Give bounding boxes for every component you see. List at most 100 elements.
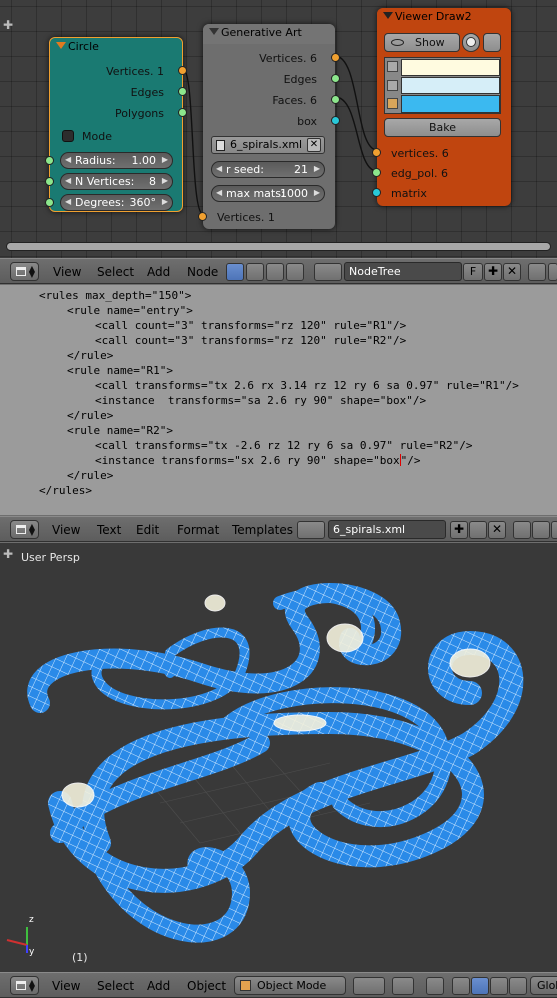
shader-nodes-icon[interactable] — [226, 263, 244, 281]
add-icon[interactable]: ✚ — [484, 263, 502, 281]
menu-format[interactable]: Format — [177, 523, 219, 537]
output-polygons-socket[interactable] — [178, 108, 187, 117]
close-icon[interactable]: ✕ — [488, 521, 506, 539]
viewer-node-header[interactable]: Viewer Draw2 — [377, 8, 511, 28]
menu-node[interactable]: Node — [187, 265, 218, 279]
output-edges-socket[interactable] — [178, 87, 187, 96]
max-mats-field[interactable]: ◀ max mats: 1000 ▶ — [211, 185, 325, 202]
code-line[interactable]: <call transforms="tx -2.6 rz 12 ry 6 sa … — [95, 439, 473, 452]
code-line[interactable]: </rule> — [67, 469, 113, 482]
circle-node[interactable]: Circle Vertices. 1 Edges Polygons Mode ◀… — [45, 37, 187, 212]
collapse-icon[interactable] — [56, 42, 66, 49]
text-browse-icon[interactable] — [297, 521, 325, 539]
code-line[interactable]: <rule name="entry"> — [67, 304, 193, 317]
input-edgpol-socket[interactable] — [372, 168, 381, 177]
face-color-swatch[interactable] — [401, 95, 500, 113]
code-line[interactable]: <rule name="R1"> — [67, 364, 173, 377]
editor-type-menu[interactable]: ▲ ▼ — [10, 976, 39, 995]
viewport-shading-icon[interactable] — [353, 977, 385, 995]
decrement-icon[interactable]: ◀ — [65, 197, 71, 206]
line-numbers-icon[interactable] — [513, 521, 531, 539]
node-editor-canvas[interactable]: ✚ Circle Vertices. 1 Edges Polygons Mode… — [0, 0, 557, 258]
edge-color-swatch[interactable] — [401, 77, 500, 94]
more-icon[interactable] — [548, 263, 557, 281]
vertex-color-swatch[interactable] — [401, 59, 500, 76]
input-nverts-socket[interactable] — [45, 177, 54, 186]
translate-icon[interactable] — [452, 977, 470, 995]
collapse-icon[interactable] — [209, 28, 219, 35]
code-line[interactable]: <call count="3" transforms="rz 120" rule… — [95, 319, 406, 332]
close-icon[interactable]: ✕ — [503, 263, 521, 281]
mode-select[interactable]: Object Mode — [234, 976, 346, 995]
scale-icon[interactable] — [490, 977, 508, 995]
decrement-icon[interactable]: ◀ — [216, 188, 222, 197]
genart-node-header[interactable]: Generative Art — [203, 24, 335, 44]
r-seed-field[interactable]: ◀ r seed: 21 ▶ — [211, 161, 325, 178]
menu-add[interactable]: Add — [147, 265, 170, 279]
output-edges-socket[interactable] — [331, 74, 340, 83]
menu-text[interactable]: Text — [97, 523, 121, 537]
menu-add[interactable]: Add — [147, 979, 170, 993]
file-selector[interactable]: 6_spirals.xml ✕ — [211, 136, 325, 154]
3d-viewport[interactable]: ✚ z y User Persp (1) — [0, 543, 557, 973]
menu-templates[interactable]: Templates — [232, 523, 293, 537]
menu-select[interactable]: Select — [97, 979, 134, 993]
output-box-socket[interactable] — [331, 116, 340, 125]
mode-checkbox[interactable] — [62, 130, 74, 142]
code-line[interactable]: <rules max_depth="150"> — [39, 289, 191, 302]
code-line[interactable]: </rules> — [39, 484, 92, 497]
sverchok-nodes-icon[interactable] — [286, 263, 304, 281]
viewer-draw-node[interactable]: Viewer Draw2 Show Bake vertices. 6 edg_p… — [372, 8, 511, 206]
code-line[interactable]: <call transforms="tx 2.6 rx 3.14 rz 12 r… — [95, 379, 519, 392]
code-line[interactable]: <rule name="R2"> — [67, 424, 173, 437]
increment-icon[interactable]: ▶ — [162, 155, 168, 164]
output-vertices-socket[interactable] — [331, 53, 340, 62]
collapse-icon[interactable] — [383, 12, 393, 19]
menu-view[interactable]: View — [52, 979, 80, 993]
open-folder-icon[interactable] — [469, 521, 487, 539]
decrement-icon[interactable]: ◀ — [65, 155, 71, 164]
code-line[interactable]: <instance transforms="sx 2.6 ry 90" shap… — [95, 454, 421, 467]
manipulator-icon[interactable] — [426, 977, 444, 995]
pivot-point-icon[interactable] — [392, 977, 414, 995]
text-editor-area[interactable]: <rules max_depth="150"> <rule name="entry… — [0, 285, 557, 515]
pin-icon[interactable] — [528, 263, 546, 281]
menu-view[interactable]: View — [53, 265, 81, 279]
input-radius-socket[interactable] — [45, 156, 54, 165]
degrees-field[interactable]: ◀ Degrees: 360° ▶ — [60, 194, 173, 211]
editor-type-menu[interactable]: ▲ ▼ — [10, 520, 39, 539]
menu-edit[interactable]: Edit — [136, 523, 159, 537]
output-faces-socket[interactable] — [331, 95, 340, 104]
increment-icon[interactable]: ▶ — [162, 176, 168, 185]
decrement-icon[interactable]: ◀ — [216, 164, 222, 173]
menu-view[interactable]: View — [52, 523, 80, 537]
transform-orientation-icon[interactable] — [509, 977, 527, 995]
radius-field[interactable]: ◀ Radius: 1.00 ▶ — [60, 152, 173, 169]
decrement-icon[interactable]: ◀ — [65, 176, 71, 185]
new-text-icon[interactable]: ✚ — [450, 521, 468, 539]
orientation-select[interactable]: Glob — [530, 976, 557, 995]
input-vertices-socket[interactable] — [198, 212, 207, 221]
code-line[interactable]: <instance transforms="sa 2.6 ry 90" shap… — [95, 394, 426, 407]
bake-button[interactable]: Bake — [384, 118, 501, 137]
fake-user-toggle[interactable]: F — [463, 263, 483, 281]
n-vertices-field[interactable]: ◀ N Vertices: 8 ▶ — [60, 173, 173, 190]
syntax-highlight-icon[interactable] — [551, 521, 557, 539]
compositing-nodes-icon[interactable] — [246, 263, 264, 281]
output-vertices-socket[interactable] — [178, 66, 187, 75]
menu-select[interactable]: Select — [97, 265, 134, 279]
code-line[interactable]: </rule> — [67, 409, 113, 422]
input-matrix-socket[interactable] — [372, 188, 381, 197]
texture-nodes-icon[interactable] — [266, 263, 284, 281]
rotate-icon[interactable] — [471, 977, 489, 995]
generative-art-node[interactable]: Generative Art Vertices. 6 Edges Faces. … — [198, 24, 340, 229]
clear-file-icon[interactable]: ✕ — [307, 138, 321, 152]
shade-toggle[interactable] — [483, 33, 501, 52]
circle-node-header[interactable]: Circle — [50, 38, 182, 58]
code-line[interactable]: </rule> — [67, 349, 113, 362]
editor-type-menu[interactable]: ▲ ▼ — [10, 262, 39, 281]
text-file-name[interactable]: 6_spirals.xml — [328, 520, 446, 539]
input-degrees-socket[interactable] — [45, 198, 54, 207]
node-tree-browse-icon[interactable] — [314, 263, 342, 281]
input-vertices-socket[interactable] — [372, 148, 381, 157]
